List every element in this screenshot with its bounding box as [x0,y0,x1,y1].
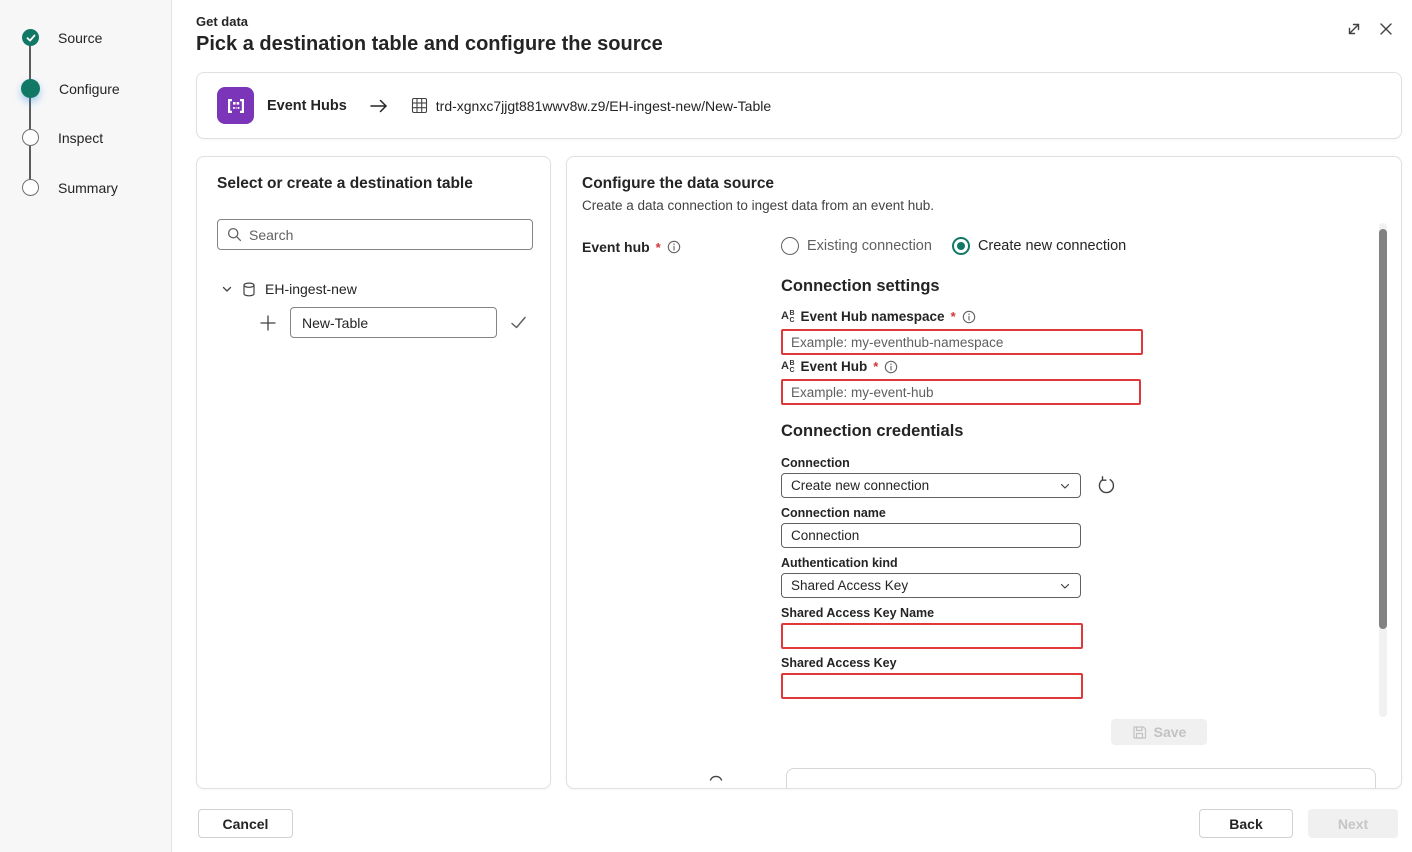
event-hub-field-label: Event hub * [582,239,681,255]
destination-path: trd-xgnxc7jjgt881wwv8w.z9/EH-ingest-new/… [435,97,772,114]
step-upcoming-icon [22,179,39,196]
new-table-row [259,307,527,338]
page-title: Pick a destination table and configure t… [196,33,663,55]
database-name: EH-ingest-new [265,281,357,297]
radio-create-new-label: Create new connection [977,238,1127,254]
table-grid-icon [411,97,428,114]
save-icon [1132,725,1147,740]
connection-name-input[interactable] [781,523,1081,548]
event-hubs-icon [217,87,254,124]
shared-access-key-label: Shared Access Key [781,656,897,670]
step-current-icon [21,79,40,98]
event-hub-input[interactable] [781,379,1141,405]
authentication-kind-dropdown[interactable]: Shared Access Key [781,573,1081,598]
step-configure-label: Configure [59,80,120,97]
loading-spinner-icon [708,769,724,787]
shared-access-key-input[interactable] [781,673,1083,699]
connection-name-label: Connection name [781,506,886,520]
search-icon [227,227,242,242]
shared-access-key-name-input[interactable] [781,623,1083,649]
destination-table-panel: Select or create a destination table Sea… [196,156,551,789]
confirm-check-icon[interactable] [510,315,527,330]
step-summary-label: Summary [58,179,118,196]
hub-label-text: Event Hub [800,359,868,374]
database-icon [242,282,256,297]
required-marker: * [950,309,956,324]
save-button-label: Save [1153,724,1187,740]
required-marker: * [873,359,879,374]
connection-credentials-heading: Connection credentials [781,422,964,440]
text-type-icon: ABC [781,309,795,324]
info-icon[interactable] [962,310,976,324]
namespace-label-text: Event Hub namespace [800,309,945,324]
search-input[interactable]: Search [217,219,533,250]
info-icon[interactable] [667,240,681,254]
save-button[interactable]: Save [1111,719,1207,745]
step-connector-line [29,37,31,187]
radio-on-icon [951,237,970,255]
configure-panel-subtitle: Create a data connection to ingest data … [582,198,934,213]
arrow-right-icon [369,98,389,114]
chevron-down-icon[interactable] [221,283,233,295]
step-source-label: Source [58,29,103,46]
wizard-step-rail: Source Configure Inspect Summary [0,0,172,852]
source-destination-banner: Event Hubs trd-xgnxc7jjgt881wwv8w.z9/EH-… [196,72,1402,139]
required-marker: * [655,239,661,255]
step-source[interactable]: Source [22,29,102,46]
close-icon[interactable] [1375,18,1397,40]
dialog-eyebrow: Get data [196,14,249,29]
source-name: Event Hubs [267,97,347,114]
step-configure[interactable]: Configure [21,79,120,98]
step-inspect[interactable]: Inspect [22,129,103,146]
radio-existing-connection[interactable]: Existing connection [781,237,932,255]
event-hub-label-text: Event hub [582,239,650,255]
radio-off-icon [781,237,799,255]
authentication-kind-value: Shared Access Key [791,578,909,593]
event-hub-namespace-input[interactable] [781,329,1143,355]
preview-box-partial [786,768,1376,788]
step-inspect-label: Inspect [58,129,104,146]
connection-dropdown-value: Create new connection [791,478,930,493]
chevron-down-icon [1059,480,1071,492]
chevron-down-icon [1059,580,1071,592]
connection-label: Connection [781,456,850,470]
expand-icon[interactable] [1343,18,1365,40]
step-summary[interactable]: Summary [22,179,118,196]
info-icon[interactable] [884,360,898,374]
authentication-kind-label: Authentication kind [781,556,898,570]
refresh-icon[interactable] [1094,473,1118,497]
namespace-field-label: ABC Event Hub namespace * [781,309,976,324]
configure-source-panel: Configure the data source Create a data … [566,156,1402,789]
hub-field-label: ABC Event Hub * [781,359,898,374]
scrollbar-thumb[interactable] [1379,229,1387,629]
step-completed-check-icon [22,29,39,46]
destination-panel-title: Select or create a destination table [217,175,473,192]
connection-mode-radios: Existing connection Create new connectio… [781,237,1126,255]
text-type-icon: ABC [781,359,795,374]
radio-create-new-connection[interactable]: Create new connection [951,237,1127,255]
step-upcoming-icon [22,129,39,146]
database-tree-item[interactable]: EH-ingest-new [221,281,357,297]
radio-existing-label: Existing connection [807,238,932,254]
new-table-name-input[interactable] [290,307,497,338]
next-button[interactable]: Next [1308,809,1398,838]
plus-icon[interactable] [259,314,277,332]
cancel-button[interactable]: Cancel [198,809,293,838]
shared-access-key-name-label: Shared Access Key Name [781,606,935,620]
configure-panel-title: Configure the data source [582,175,775,192]
connection-dropdown[interactable]: Create new connection [781,473,1081,498]
back-button[interactable]: Back [1199,809,1293,838]
connection-settings-heading: Connection settings [781,277,940,295]
get-data-dialog: Source Configure Inspect Summary Get dat… [0,0,1412,852]
search-placeholder: Search [249,226,294,243]
